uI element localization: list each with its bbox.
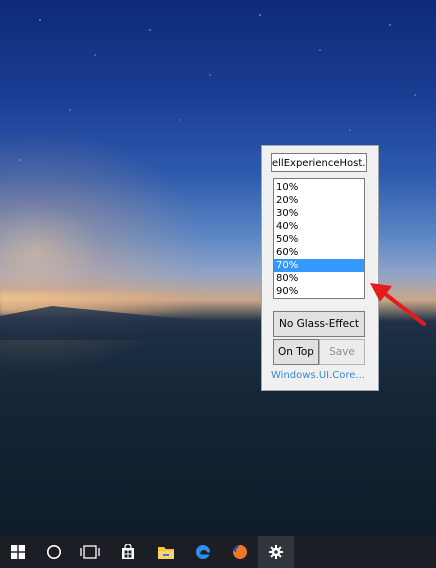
cortana-button[interactable]	[36, 536, 72, 568]
firefox-icon	[232, 545, 247, 559]
opacity-option-70-selected[interactable]: 70%	[274, 259, 364, 272]
task-view-icon	[80, 545, 100, 559]
window-class-link[interactable]: Windows.UI.Core...	[271, 370, 375, 381]
opacity-option-10[interactable]: 10%	[274, 181, 364, 194]
file-explorer-button[interactable]	[148, 536, 184, 568]
windows-logo-icon	[11, 545, 25, 559]
on-top-button[interactable]: On Top	[273, 339, 319, 365]
store-button[interactable]	[110, 536, 146, 568]
opacity-option-80[interactable]: 80%	[274, 272, 364, 285]
opacity-option-50[interactable]: 50%	[274, 233, 364, 246]
glass-tool-window: ellExperienceHost.e 10% 20% 30% 40% 50% …	[261, 145, 379, 391]
opacity-option-90[interactable]: 90%	[274, 285, 364, 298]
opacity-option-30[interactable]: 30%	[274, 207, 364, 220]
no-glass-effect-button[interactable]: No Glass-Effect	[273, 311, 365, 337]
save-button[interactable]: Save	[319, 339, 365, 365]
firefox-button[interactable]	[222, 536, 258, 568]
opacity-listbox[interactable]: 10% 20% 30% 40% 50% 60% 70% 80% 90%	[273, 178, 365, 299]
edge-browser-icon	[195, 544, 211, 559]
gear-icon	[269, 545, 283, 559]
folder-icon	[158, 546, 174, 559]
windows-start-button[interactable]	[0, 536, 36, 568]
edge-button[interactable]	[185, 536, 221, 568]
cortana-circle-icon	[47, 545, 61, 559]
red-arrow-icon	[370, 283, 426, 326]
opacity-option-60[interactable]: 60%	[274, 246, 364, 259]
settings-button[interactable]	[258, 536, 294, 568]
process-name-field[interactable]: ellExperienceHost.e	[271, 153, 367, 172]
taskbar	[0, 536, 436, 568]
task-view-button[interactable]	[72, 536, 108, 568]
store-bag-icon	[122, 544, 134, 559]
opacity-option-40[interactable]: 40%	[274, 220, 364, 233]
desktop-wallpaper: ellExperienceHost.e 10% 20% 30% 40% 50% …	[0, 0, 436, 536]
opacity-option-20[interactable]: 20%	[274, 194, 364, 207]
